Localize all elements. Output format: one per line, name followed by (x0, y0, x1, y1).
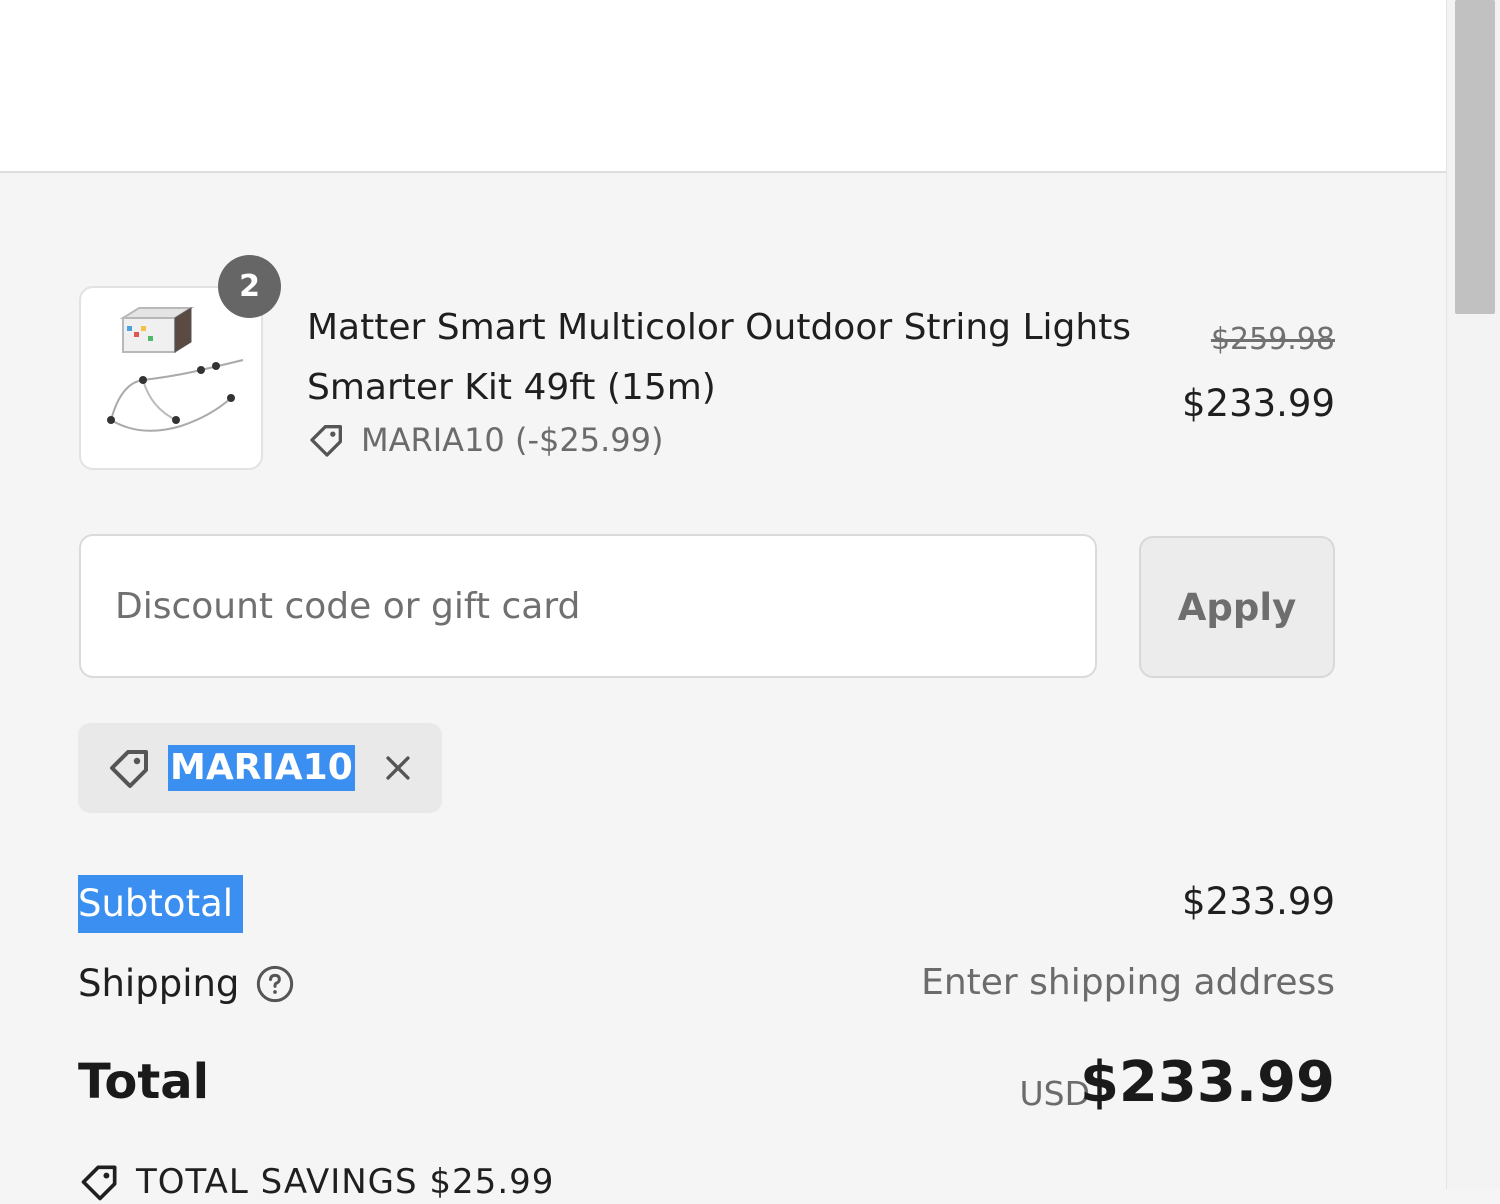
help-icon[interactable] (255, 964, 295, 1004)
tag-icon (110, 750, 148, 788)
discounted-price: $233.99 (1181, 382, 1335, 425)
scrollbar-thumb[interactable] (1455, 0, 1495, 314)
header-area (0, 0, 1446, 173)
original-price: $259.98 (1210, 322, 1335, 357)
quantity-badge: 2 (218, 255, 281, 318)
total-value: $233.99 (1079, 1050, 1335, 1115)
subtotal-label: Subtotal (78, 875, 244, 933)
product-title: Matter Smart Multicolor Outdoor String L… (307, 307, 1132, 408)
subtotal-value: $233.99 (1181, 880, 1335, 923)
product-discount-text: MARIA10 (-$25.99) (361, 421, 664, 459)
string-lights-product-image (107, 307, 244, 432)
discount-code-input[interactable] (79, 534, 1097, 678)
applied-code: MARIA10 (168, 745, 355, 791)
close-icon[interactable] (381, 751, 415, 785)
shipping-label-row: Shipping (78, 962, 295, 1005)
total-label: Total (78, 1054, 210, 1110)
tag-icon (310, 425, 342, 457)
applied-discount-chip: MARIA10 (78, 723, 442, 813)
savings-tag-icon (81, 1165, 117, 1201)
total-savings: TOTAL SAVINGS $25.99 (78, 1160, 554, 1204)
product-discount-line: MARIA10 (-$25.99) (307, 418, 663, 462)
apply-button[interactable]: Apply (1139, 536, 1335, 678)
shipping-value: Enter shipping address (921, 962, 1335, 1003)
total-savings-text: TOTAL SAVINGS $25.99 (136, 1162, 555, 1202)
shipping-label: Shipping (78, 962, 240, 1005)
